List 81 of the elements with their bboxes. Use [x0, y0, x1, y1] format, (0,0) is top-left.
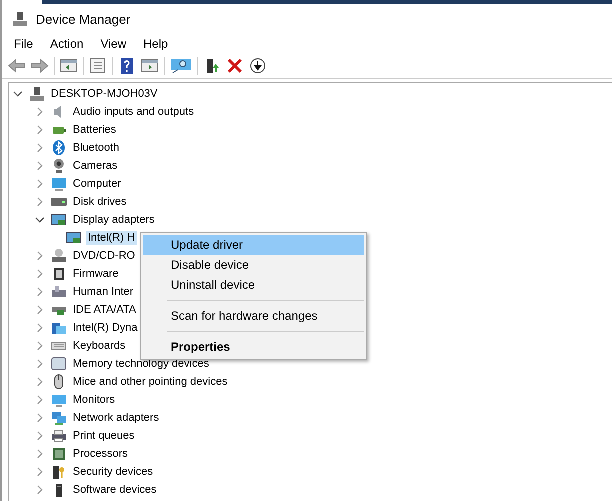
- computer-icon: [12, 11, 28, 27]
- expand-chevron-icon[interactable]: [35, 449, 45, 459]
- expand-chevron-icon[interactable]: [35, 197, 45, 207]
- disc-drive-icon: [51, 248, 67, 264]
- tree-item[interactable]: IDE ATA/ATA: [71, 303, 138, 317]
- forward-icon[interactable]: [31, 58, 49, 74]
- monitor-icon: [51, 176, 67, 192]
- processor-icon: [51, 446, 67, 462]
- menu-item[interactable]: View: [92, 37, 136, 51]
- expand-chevron-icon[interactable]: [35, 179, 45, 189]
- menu-item[interactable]: Update driver: [143, 235, 364, 255]
- tree-item[interactable]: Intel(R) Dyna: [71, 321, 140, 335]
- tree-item[interactable]: DESKTOP-MJOH03V: [49, 87, 160, 101]
- menu-item[interactable]: Properties: [143, 337, 364, 357]
- tree-item[interactable]: Monitors: [71, 393, 118, 407]
- chip-icon: [51, 266, 67, 282]
- tower-key-icon: [51, 464, 67, 480]
- keyboard-hand-icon: [51, 284, 67, 300]
- tree-item[interactable]: Processors: [71, 447, 130, 461]
- expand-chevron-icon[interactable]: [35, 431, 45, 441]
- action-pane-icon[interactable]: [141, 58, 159, 74]
- menu-item[interactable]: Scan for hardware changes: [143, 306, 364, 326]
- expand-chevron-icon[interactable]: [35, 323, 45, 333]
- expand-chevron-icon[interactable]: [35, 467, 45, 477]
- tree-item[interactable]: Firmware: [71, 267, 121, 281]
- expand-chevron-icon[interactable]: [35, 395, 45, 405]
- tree-item[interactable]: Mice and other pointing devices: [71, 375, 230, 389]
- folder-monitor-icon: [51, 320, 67, 336]
- tree-item[interactable]: Intel(R) H: [86, 231, 138, 245]
- tree-item[interactable]: Computer: [71, 177, 124, 191]
- expand-chevron-icon[interactable]: [35, 305, 45, 315]
- expand-chevron-icon[interactable]: [35, 359, 45, 369]
- monitor-icon: [51, 392, 67, 408]
- expand-chevron-icon[interactable]: [35, 485, 45, 495]
- webcam-icon: [51, 158, 67, 174]
- expand-chevron-icon[interactable]: [35, 377, 45, 387]
- display-card-icon: [51, 212, 67, 228]
- expand-chevron-icon[interactable]: [35, 143, 45, 153]
- expand-chevron-icon[interactable]: [35, 341, 45, 351]
- memory-card-icon: [51, 356, 67, 372]
- menu-item[interactable]: Action: [42, 37, 93, 51]
- uninstall-icon[interactable]: [226, 58, 244, 74]
- window-title: Device Manager: [36, 12, 131, 26]
- tree-item[interactable]: Security devices: [71, 465, 156, 479]
- network-icon: [51, 410, 67, 426]
- tree-item[interactable]: Disk drives: [71, 195, 129, 209]
- tree-item[interactable]: Memory technology devices: [71, 357, 212, 371]
- expand-chevron-icon[interactable]: [35, 251, 45, 261]
- expand-chevron-icon[interactable]: [35, 125, 45, 135]
- tree-item[interactable]: DVD/CD-RO: [71, 249, 138, 263]
- menu-item[interactable]: Help: [136, 37, 178, 51]
- back-icon[interactable]: [8, 58, 26, 74]
- expand-chevron-icon[interactable]: [35, 287, 45, 297]
- bluetooth-icon: [51, 140, 67, 156]
- expand-chevron-icon[interactable]: [35, 161, 45, 171]
- tree-item[interactable]: Print queues: [71, 429, 137, 443]
- tree-item[interactable]: Bluetooth: [71, 141, 122, 155]
- console-tree-icon[interactable]: [60, 58, 78, 74]
- collapse-chevron-icon[interactable]: [13, 89, 23, 99]
- properties-icon[interactable]: [89, 58, 107, 74]
- tree-item[interactable]: Human Inter: [71, 285, 136, 299]
- tree-item[interactable]: Audio inputs and outputs: [71, 105, 196, 119]
- menu-item[interactable]: Disable device: [143, 255, 364, 275]
- expand-chevron-icon[interactable]: [35, 413, 45, 423]
- menu-item[interactable]: Uninstall device: [143, 275, 364, 295]
- tree-item[interactable]: Network adapters: [71, 411, 162, 425]
- tree-item[interactable]: Software devices: [71, 483, 159, 497]
- tree-item[interactable]: Keyboards: [71, 339, 128, 353]
- expand-chevron-icon[interactable]: [35, 269, 45, 279]
- download-icon[interactable]: [249, 58, 267, 74]
- tree-item[interactable]: Batteries: [71, 123, 118, 137]
- menu-item[interactable]: File: [6, 37, 42, 51]
- help-icon[interactable]: [118, 58, 136, 74]
- tree-item[interactable]: Cameras: [71, 159, 120, 173]
- monitor-scan-icon[interactable]: [170, 58, 192, 74]
- printer-icon: [51, 428, 67, 444]
- tree-item[interactable]: Display adapters: [71, 213, 157, 227]
- computer-icon: [29, 86, 45, 102]
- display-card-icon: [66, 230, 82, 246]
- expand-chevron-icon[interactable]: [35, 107, 45, 117]
- collapse-chevron-icon[interactable]: [35, 215, 45, 225]
